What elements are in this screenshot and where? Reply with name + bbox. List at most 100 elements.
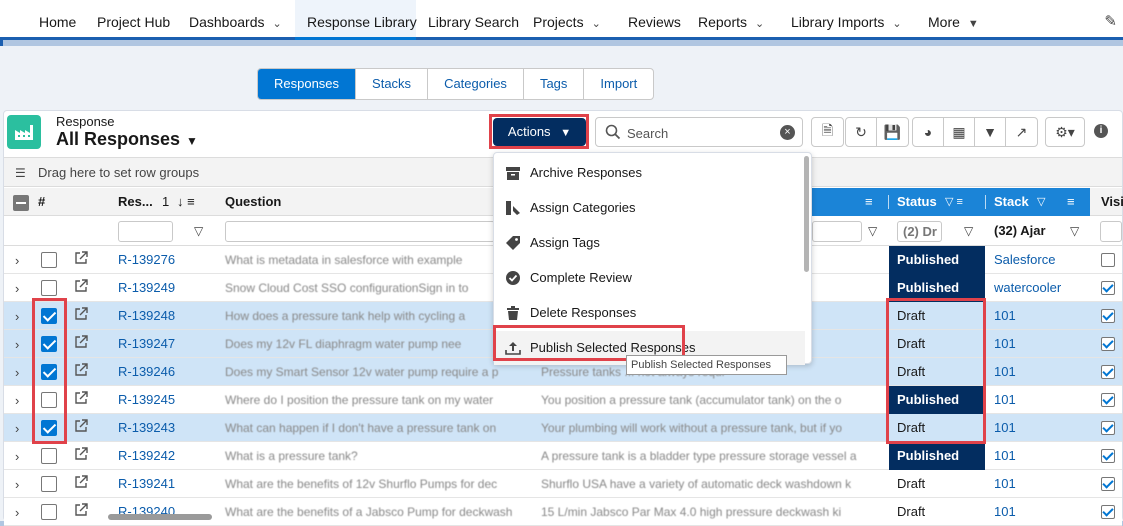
stack-link[interactable]: 101: [994, 364, 1016, 379]
clear-icon[interactable]: ×: [780, 125, 795, 140]
column-status[interactable]: Status: [897, 188, 937, 216]
nav-response-library[interactable]: Response Library: [295, 0, 417, 40]
open-external-icon[interactable]: [74, 419, 88, 433]
row-checkbox[interactable]: [41, 252, 57, 268]
chevron-right-icon[interactable]: ›: [15, 421, 19, 436]
visible-checkbox[interactable]: [1101, 393, 1115, 407]
column-question[interactable]: Question: [225, 188, 281, 216]
open-external-icon[interactable]: [74, 363, 88, 377]
open-external-icon[interactable]: [74, 391, 88, 405]
menu-item-archive[interactable]: Archive Responses: [494, 156, 805, 190]
subtab-categories[interactable]: Categories: [428, 69, 524, 99]
chevron-right-icon[interactable]: ›: [15, 393, 19, 408]
chevron-down-icon[interactable]: ⌄: [273, 2, 282, 46]
row-checkbox[interactable]: [41, 280, 57, 296]
nav-more[interactable]: More ▼: [928, 0, 979, 40]
response-id-link[interactable]: R-139241: [118, 476, 175, 491]
question-filter-input[interactable]: [225, 221, 495, 242]
list-view-selector[interactable]: All Responses ▼: [56, 129, 198, 150]
subtab-responses[interactable]: Responses: [258, 69, 357, 99]
table-row[interactable]: › R-139241 What are the benefits of 12v Sh…: [4, 470, 1122, 498]
nav-dashboards[interactable]: Dashboards ⌄: [189, 0, 282, 40]
row-checkbox[interactable]: [41, 504, 57, 520]
open-external-icon[interactable]: [74, 307, 88, 321]
stack-link[interactable]: 101: [994, 392, 1016, 407]
chevron-down-icon[interactable]: ⌄: [755, 2, 764, 46]
answer-filter-input[interactable]: [812, 221, 862, 242]
nav-projects[interactable]: Projects ⌄: [533, 0, 601, 40]
subtab-import[interactable]: Import: [584, 69, 653, 99]
open-external-icon[interactable]: ↗: [1006, 118, 1037, 146]
visible-checkbox[interactable]: [1101, 477, 1115, 491]
menu-item-assign-categories[interactable]: Assign Categories: [494, 191, 805, 225]
chart-icon[interactable]: ◕: [913, 118, 944, 146]
stack-link[interactable]: watercooler: [994, 280, 1061, 295]
document-icon[interactable]: 🗎: [812, 118, 843, 146]
filter-icon[interactable]: ▽: [964, 224, 973, 238]
sort-arrow-down-icon[interactable]: ↓ ≡: [177, 188, 195, 216]
filter-icon[interactable]: ▽: [194, 224, 203, 238]
visible-checkbox[interactable]: [1101, 505, 1115, 519]
table-columns-icon[interactable]: ▦: [944, 118, 975, 146]
column-stack[interactable]: Stack: [994, 188, 1029, 216]
caret-down-icon[interactable]: ▼: [186, 134, 198, 148]
filter-icon[interactable]: ▼: [975, 118, 1006, 146]
chevron-right-icon[interactable]: ›: [15, 309, 19, 324]
visible-checkbox[interactable]: [1101, 365, 1115, 379]
response-id-link[interactable]: R-139246: [118, 364, 175, 379]
open-external-icon[interactable]: [74, 447, 88, 461]
open-external-icon[interactable]: [74, 251, 88, 265]
subtab-stacks[interactable]: Stacks: [356, 69, 429, 99]
menu-icon[interactable]: ≡: [865, 188, 873, 216]
nav-reports[interactable]: Reports ⌄: [698, 0, 764, 40]
visible-checkbox[interactable]: [1101, 309, 1115, 323]
response-id-link[interactable]: R-139242: [118, 448, 175, 463]
column-visible[interactable]: Visi: [1101, 188, 1123, 216]
filter-icon[interactable]: ▽: [1037, 188, 1045, 216]
filter-icon[interactable]: ▽ ≡: [945, 188, 963, 216]
chevron-right-icon[interactable]: ›: [15, 365, 19, 380]
chevron-right-icon[interactable]: ›: [15, 253, 19, 268]
visible-checkbox[interactable]: [1101, 253, 1115, 267]
table-row[interactable]: › R-139242 What is a pressure tank? A press…: [4, 442, 1122, 470]
visible-checkbox[interactable]: [1101, 421, 1115, 435]
save-icon[interactable]: 💾: [877, 118, 908, 146]
column-response[interactable]: Res...: [118, 188, 153, 216]
filter-icon[interactable]: ▽: [868, 224, 877, 238]
horizontal-scrollbar[interactable]: [108, 514, 212, 520]
caret-down-icon[interactable]: ▼: [968, 2, 979, 46]
menu-item-complete-review[interactable]: Complete Review: [494, 261, 805, 295]
response-id-link[interactable]: R-139276: [118, 252, 175, 267]
stack-link[interactable]: 101: [994, 476, 1016, 491]
search-input[interactable]: Search ×: [595, 117, 803, 147]
subtab-tags[interactable]: Tags: [524, 69, 585, 99]
chevron-right-icon[interactable]: ›: [15, 477, 19, 492]
response-id-link[interactable]: R-139243: [118, 420, 175, 435]
table-row[interactable]: › R-139240 What are the benefits of a Jabs…: [4, 498, 1122, 526]
chevron-right-icon[interactable]: ›: [15, 337, 19, 352]
row-checkbox[interactable]: [41, 476, 57, 492]
chevron-down-icon[interactable]: ⌄: [892, 2, 901, 46]
stack-link[interactable]: 101: [994, 308, 1016, 323]
open-external-icon[interactable]: [74, 335, 88, 349]
nav-home[interactable]: Home: [39, 0, 76, 40]
visible-checkbox[interactable]: [1101, 337, 1115, 351]
visible-checkbox[interactable]: [1101, 449, 1115, 463]
nav-library-imports[interactable]: Library Imports ⌄: [791, 0, 902, 40]
nav-library-search[interactable]: Library Search: [428, 0, 519, 40]
open-external-icon[interactable]: [74, 503, 88, 517]
stack-link[interactable]: 101: [994, 420, 1016, 435]
response-id-link[interactable]: R-139247: [118, 336, 175, 351]
response-id-link[interactable]: R-139245: [118, 392, 175, 407]
stack-link[interactable]: 101: [994, 336, 1016, 351]
menu-icon[interactable]: ≡: [1067, 188, 1075, 216]
chevron-right-icon[interactable]: ›: [15, 505, 19, 520]
menu-scrollbar[interactable]: [804, 156, 809, 272]
response-filter-input[interactable]: [118, 221, 173, 242]
status-filter-input[interactable]: (2) Dr: [897, 221, 942, 242]
nav-project-hub[interactable]: Project Hub: [97, 0, 170, 40]
nav-reviews[interactable]: Reviews: [628, 0, 681, 40]
visible-checkbox[interactable]: [1101, 281, 1115, 295]
chevron-down-icon[interactable]: ⌄: [592, 2, 601, 46]
open-external-icon[interactable]: [74, 279, 88, 293]
